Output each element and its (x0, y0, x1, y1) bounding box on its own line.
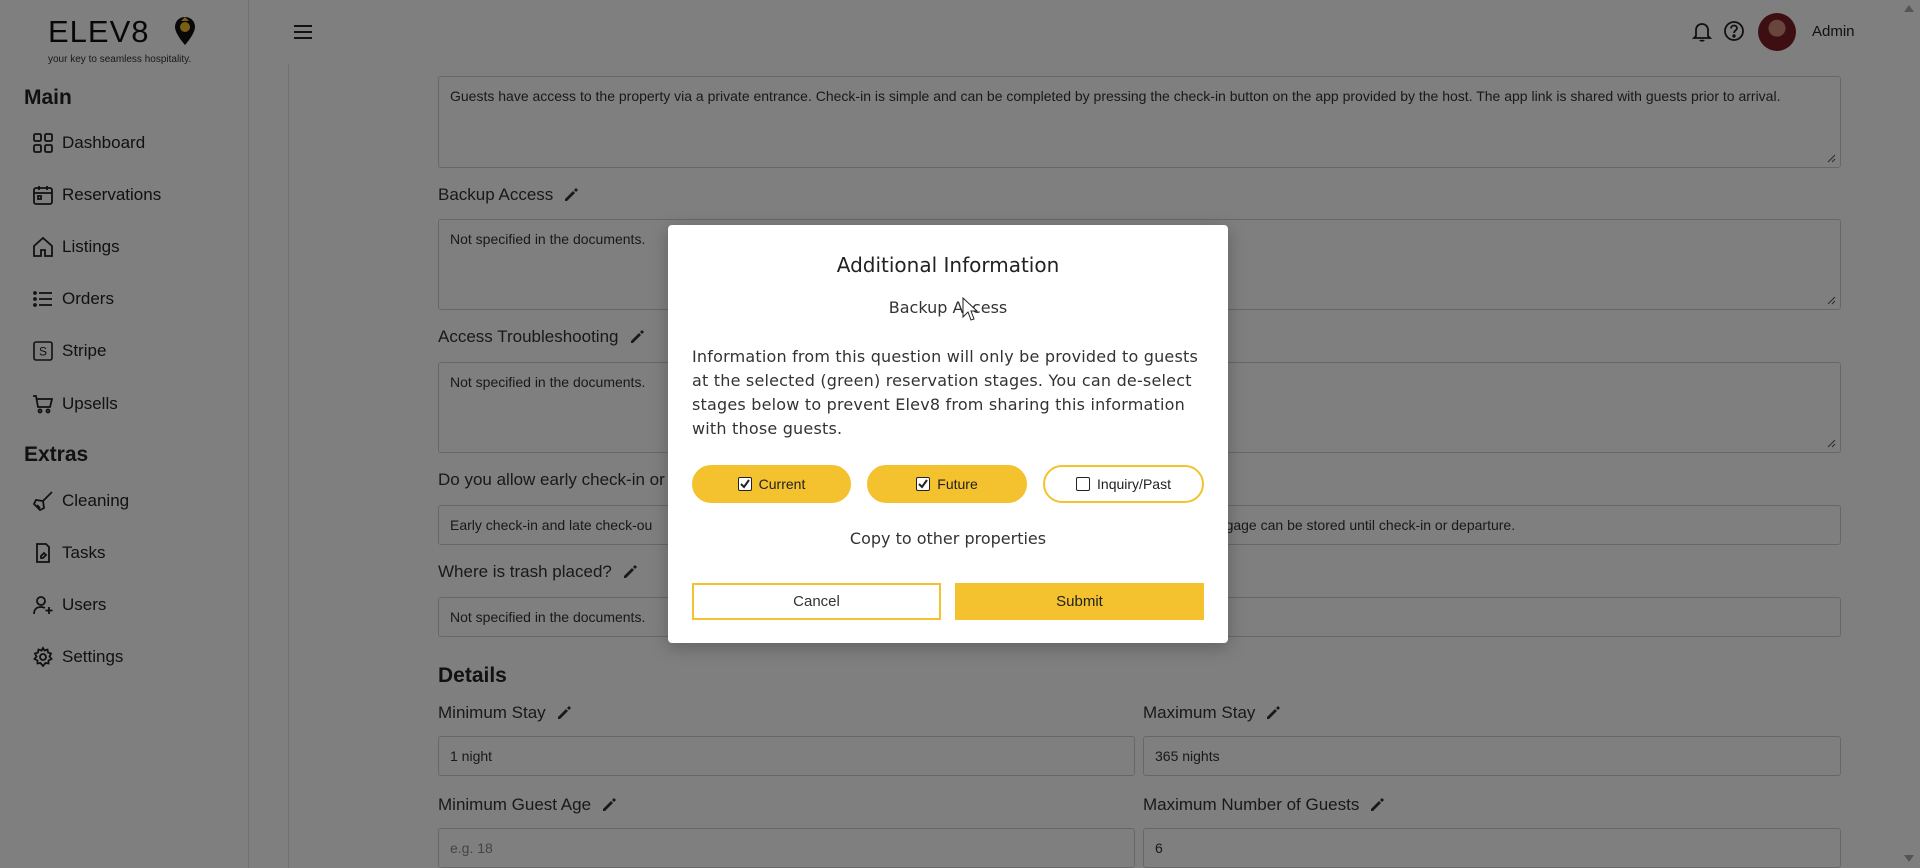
submit-button[interactable]: Submit (955, 583, 1204, 620)
stage-label: Current (758, 476, 806, 492)
checkbox-checked-icon (737, 477, 752, 491)
stage-toggle-inquiry-past[interactable]: Inquiry/Past (1043, 465, 1204, 503)
stage-label: Inquiry/Past (1097, 476, 1171, 492)
scroll-down-arrow-icon[interactable] (1902, 853, 1916, 865)
scroll-up-arrow-icon[interactable] (1902, 2, 1916, 14)
cancel-button[interactable]: Cancel (692, 583, 941, 620)
modal-subtitle: Backup Access (888, 298, 1008, 317)
stage-label: Future (937, 476, 978, 492)
mouse-pointer-icon (962, 297, 978, 321)
checkbox-unchecked-icon (1076, 477, 1091, 491)
checkbox-checked-icon (916, 477, 931, 491)
modal-title: Additional Information (836, 253, 1060, 277)
additional-information-modal: Additional Information Backup Access Inf… (668, 225, 1228, 643)
copy-to-other-properties-link[interactable]: Copy to other properties (668, 529, 1228, 548)
modal-description: Information from this question will only… (692, 347, 1199, 438)
stage-toggle-current[interactable]: Current (692, 465, 851, 503)
stage-toggle-future[interactable]: Future (867, 465, 1027, 503)
